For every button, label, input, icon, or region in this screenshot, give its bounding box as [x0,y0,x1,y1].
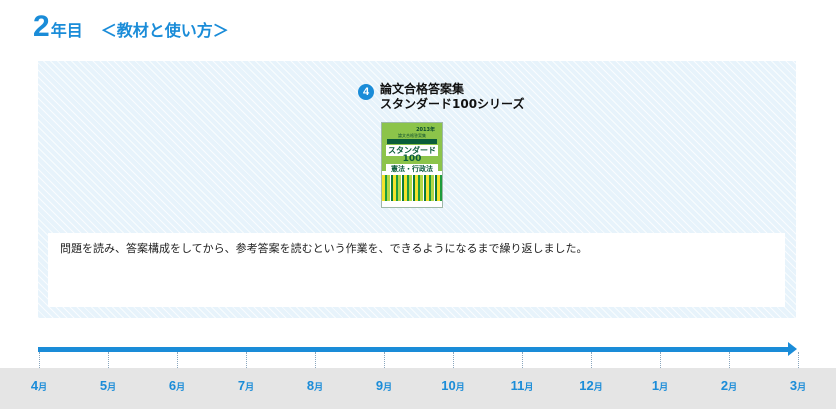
timeline-tick [177,352,178,368]
usage-description-box: 問題を読み、答案構成をしてから、参考答案を読むという作業を、できるようになるまで… [48,233,785,307]
month-axis: 4月 5月 6月 7月 8月 9月 10月 11月 12月 1月 2月 3月 [0,368,836,409]
month-suffix: 月 [383,382,393,392]
book-cover-year: 2013年 [416,127,435,133]
month-suffix: 月 [659,382,669,392]
timeline-tick [798,352,799,368]
month-label: 2月 [709,378,749,393]
month-label: 9月 [364,378,404,393]
month-suffix: 月 [38,382,48,392]
month-label: 3月 [778,378,818,393]
book-cover-number: 100 [402,154,422,164]
month-suffix: 月 [728,382,738,392]
step-number-badge: 4 [358,84,374,100]
timeline-tick [108,352,109,368]
book-cover-image: 2013年 論文合格答案集 スタンダード 100 憲法・行政法 [381,122,443,208]
usage-description: 問題を読み、答案構成をしてから、参考答案を読むという作業を、できるようになるまで… [60,242,588,255]
timeline-bar [38,347,790,352]
book-cover-stripes [382,175,442,203]
month-label: 12月 [571,378,611,393]
timeline-tick [453,352,454,368]
month-suffix: 月 [524,382,534,392]
timeline-tick [315,352,316,368]
timeline-tick [729,352,730,368]
book-cover-subject: 憲法・行政法 [386,164,438,174]
month-label: 10月 [433,378,473,393]
timeline-tick [384,352,385,368]
year-suffix: 年目 [50,21,83,40]
month-label: 11月 [502,378,542,393]
timeline-tick [522,352,523,368]
section-subtitle: ＜教材と使い方＞ [100,21,229,40]
month-label: 7月 [226,378,266,393]
month-label: 5月 [88,378,128,393]
month-number: 11 [510,378,525,393]
month-label: 6月 [157,378,197,393]
timeline-tick [591,352,592,368]
month-suffix: 月 [245,382,255,392]
month-suffix: 月 [107,382,117,392]
month-number: 10 [441,378,456,393]
month-suffix: 月 [797,382,807,392]
month-suffix: 月 [314,382,324,392]
month-number: 12 [579,378,594,393]
month-suffix: 月 [455,382,465,392]
material-panel: 4 論文合格答案集 スタンダード100シリーズ 2013年 論文合格答案集 スタ… [38,61,796,318]
timeline-tick [660,352,661,368]
timeline-tick [246,352,247,368]
month-label: 1月 [640,378,680,393]
book-cover-band [387,139,437,144]
timeline-tick [39,352,40,368]
material-title-line2: スタンダード100シリーズ [380,97,525,111]
timeline-arrow-icon [788,342,797,356]
month-label: 4月 [19,378,59,393]
month-suffix: 月 [176,382,186,392]
month-label: 8月 [295,378,335,393]
book-cover-bottom [382,201,442,207]
page-header: 2 年目 ＜教材と使い方＞ [33,9,229,45]
year-number: 2 [33,10,50,43]
month-suffix: 月 [593,382,603,392]
